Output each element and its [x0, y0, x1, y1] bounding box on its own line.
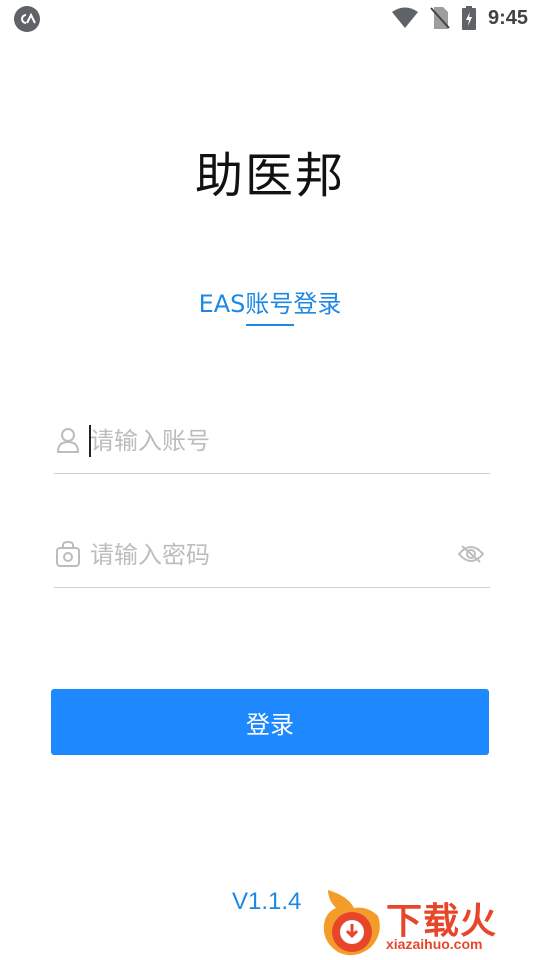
- status-time: 9:45: [487, 6, 528, 29]
- tab-underline: [246, 324, 294, 326]
- password-field: [54, 527, 490, 588]
- battery-charging-icon: [461, 6, 476, 30]
- status-right: 9:45: [391, 6, 528, 30]
- account-input[interactable]: [90, 421, 450, 461]
- lock-icon: [56, 541, 80, 567]
- status-bar: 9:45: [0, 0, 540, 36]
- eye-icon[interactable]: [458, 544, 484, 564]
- no-sim-icon: [430, 7, 450, 29]
- user-icon: [56, 428, 80, 453]
- text-caret: [89, 425, 91, 457]
- wifi-icon: [391, 7, 418, 28]
- watermark-brand-en: xiazaihuo.com: [386, 936, 483, 952]
- watermark-logo: 下载火 xiazaihuo.com: [318, 886, 540, 960]
- app-version: V1.1.4: [232, 888, 302, 915]
- account-field: [54, 413, 490, 474]
- login-button[interactable]: 登录: [51, 689, 489, 755]
- password-input[interactable]: [90, 535, 450, 575]
- app-indicator-icon: [14, 6, 40, 32]
- app-title: 助医邦: [194, 148, 345, 204]
- tab-eas-login[interactable]: EAS账号登录: [0, 284, 540, 319]
- flame-logo-icon: [323, 890, 380, 956]
